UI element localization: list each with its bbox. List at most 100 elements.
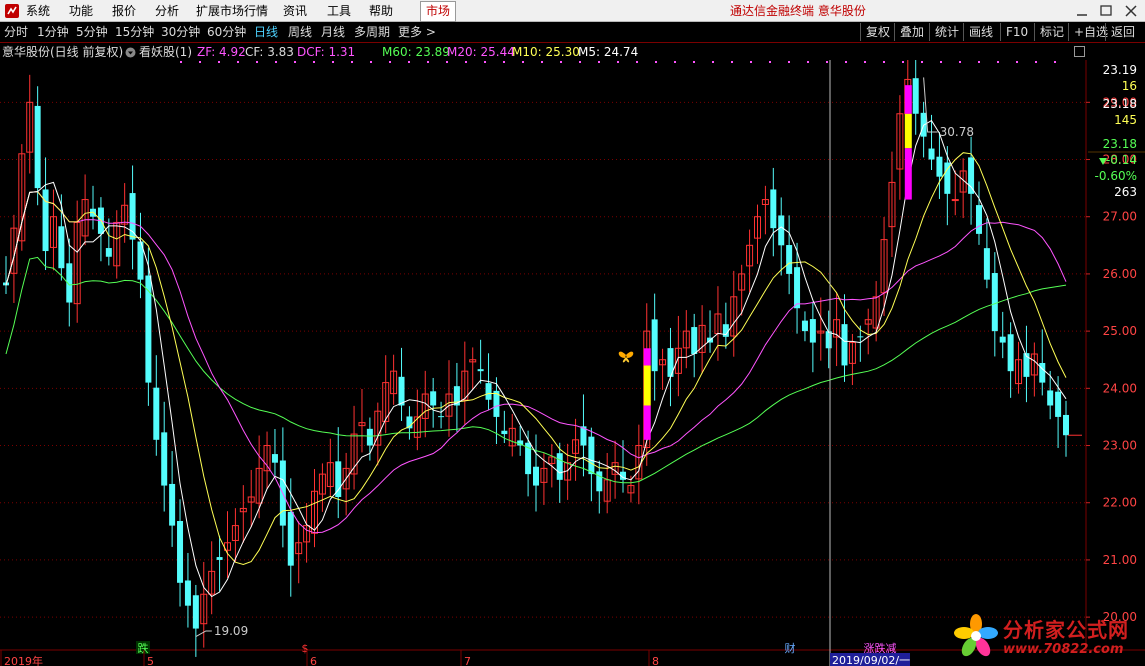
cursor-date-label: 2019/09/02/一: [832, 654, 910, 666]
candle-body: [477, 369, 484, 372]
signal-dot: [997, 61, 999, 63]
signal-bar: [643, 405, 651, 440]
signal-dot: [1035, 61, 1037, 63]
signal-dot: [1016, 61, 1018, 63]
signal-bar: [904, 113, 912, 149]
date-label: 6: [310, 655, 317, 666]
watermark-url: www.70822.com: [1003, 642, 1124, 657]
maximize-icon[interactable]: [1096, 0, 1116, 22]
signal-dot: [826, 61, 828, 63]
candle-body: [588, 436, 595, 475]
candle-body: [34, 105, 41, 189]
signal-dot: [636, 61, 638, 63]
candle-body: [177, 520, 184, 583]
candle-body: [501, 430, 508, 435]
signal-dot: [1054, 61, 1056, 63]
candle-body: [857, 336, 864, 338]
readout-value: -0.60%: [1095, 169, 1137, 183]
menu-item-help[interactable]: 帮助: [369, 2, 393, 20]
signal-dot: [389, 61, 391, 63]
candle-body: [786, 245, 793, 274]
tab-daily[interactable]: 日线: [254, 24, 278, 41]
candle-body: [936, 156, 943, 177]
signal-dot: [731, 61, 733, 63]
back-button[interactable]: 返回: [1105, 23, 1140, 41]
mark-button[interactable]: 标记: [1034, 23, 1069, 41]
candle-body: [983, 248, 990, 280]
menu-bar: 系统 功能 报价 分析 扩展市场行情 资讯 工具 帮助 市场 通达信金融终端 意…: [0, 0, 1145, 22]
signal-dot: [978, 61, 980, 63]
tab-30min[interactable]: 30分钟: [161, 24, 200, 41]
signal-dot: [560, 61, 562, 63]
minimize-icon[interactable]: [1072, 0, 1092, 22]
menu-item-news[interactable]: 资讯: [283, 2, 307, 20]
butterfly-icon: [618, 351, 634, 363]
signal-dot: [332, 61, 334, 63]
candle-body: [153, 387, 160, 440]
tab-timeshare[interactable]: 分时: [4, 24, 28, 41]
signal-dot: [370, 61, 372, 63]
tab-60min[interactable]: 60分钟: [207, 24, 246, 41]
readout-value: 23.18: [1103, 97, 1137, 111]
indicator-name[interactable]: 看妖股(1): [139, 44, 192, 60]
signal-dot: [541, 61, 543, 63]
menu-item-function[interactable]: 功能: [69, 2, 93, 20]
menu-item-quote[interactable]: 报价: [112, 2, 136, 20]
price-tick-label: 25.00: [1103, 324, 1137, 338]
signal-dot: [408, 61, 410, 63]
price-tick-label: 24.00: [1103, 381, 1137, 395]
overlay-button[interactable]: 叠加: [894, 23, 929, 41]
menu-item-system[interactable]: 系统: [26, 2, 50, 20]
low-label: 19.09: [214, 624, 248, 638]
menu-item-tools[interactable]: 工具: [327, 2, 351, 20]
signal-bar: [643, 365, 651, 406]
candle-body: [809, 319, 816, 343]
candle-body: [556, 453, 563, 480]
signal-bar: [904, 148, 912, 200]
tab-5min[interactable]: 5分钟: [76, 24, 108, 41]
tab-1min[interactable]: 1分钟: [37, 24, 69, 41]
stock-title: 意华股份(日线 前复权): [2, 45, 124, 59]
candle-body: [928, 148, 935, 160]
signal-dot: [788, 61, 790, 63]
signal-dot: [579, 61, 581, 63]
candle-body: [105, 248, 112, 257]
close-icon[interactable]: [1121, 0, 1141, 22]
price-tick-label: 22.00: [1103, 496, 1137, 510]
candle-body: [770, 189, 777, 229]
date-label: 7: [464, 655, 471, 666]
f10-button[interactable]: F10: [1000, 23, 1033, 41]
tab-monthly[interactable]: 月线: [321, 24, 345, 41]
signal-dot: [940, 61, 942, 63]
indicator-close-icon[interactable]: [1074, 46, 1085, 57]
event-marker: 财: [785, 641, 796, 655]
candle-body: [778, 215, 785, 246]
candle-body: [169, 483, 176, 526]
tab-weekly[interactable]: 周线: [288, 24, 312, 41]
ma10-value: M10: 25.30: [512, 45, 580, 59]
signal-dot: [693, 61, 695, 63]
tab-15min[interactable]: 15分钟: [115, 24, 154, 41]
signal-dot: [674, 61, 676, 63]
adjust-button[interactable]: 复权: [860, 23, 895, 41]
tab-more[interactable]: 更多 >: [398, 24, 436, 41]
ma5-value: M5: 24.74: [578, 45, 639, 59]
candle-body: [398, 376, 405, 406]
candle-body: [1047, 390, 1054, 406]
candle-body: [58, 226, 65, 269]
candle-body: [801, 320, 808, 332]
indicator-cf: CF: 3.83: [245, 45, 294, 59]
kline-chart[interactable]: 29.0028.0027.0026.0025.0024.0023.0022.00…: [0, 60, 1145, 666]
draw-line-button[interactable]: 画线: [963, 23, 998, 41]
menu-item-extended-market[interactable]: 扩展市场行情: [196, 2, 268, 20]
candle-body: [287, 511, 294, 566]
indicator-dropdown-icon[interactable]: [125, 47, 136, 58]
menu-item-analysis[interactable]: 分析: [155, 2, 179, 20]
candle-body: [335, 461, 342, 497]
signal-dot: [180, 61, 182, 63]
signal-dot: [503, 61, 505, 63]
tab-multi-period[interactable]: 多周期: [354, 24, 390, 41]
statistics-button[interactable]: 统计: [929, 23, 964, 41]
market-tab[interactable]: 市场: [420, 1, 457, 22]
signal-dot: [712, 61, 714, 63]
